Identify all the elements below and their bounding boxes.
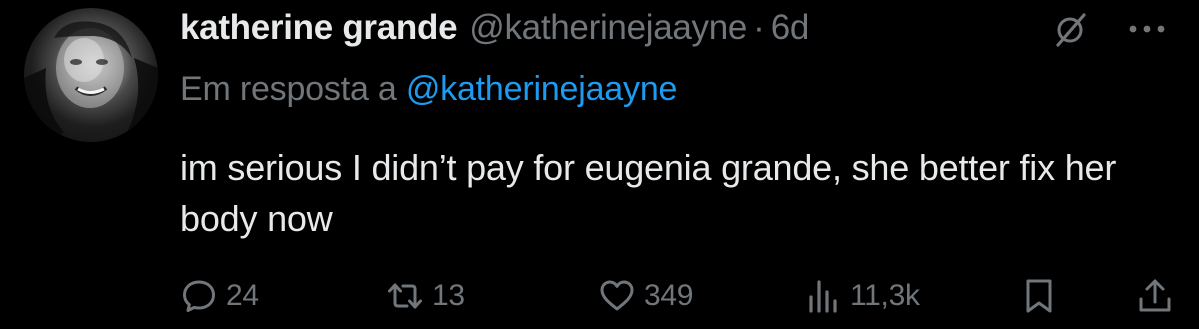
more-horizontal-icon[interactable] bbox=[1122, 14, 1172, 44]
repost-count: 13 bbox=[432, 279, 465, 312]
heart-icon bbox=[600, 280, 634, 311]
repost-button[interactable]: 13 bbox=[386, 272, 465, 320]
bookmark-button[interactable] bbox=[1020, 272, 1058, 320]
reply-prefix: Em resposta a bbox=[180, 70, 397, 108]
tweet-text: im serious I didn’t pay for eugenia gran… bbox=[180, 147, 1117, 239]
views-button[interactable]: 11,3k bbox=[804, 272, 920, 320]
repost-icon bbox=[388, 283, 422, 309]
share-button[interactable] bbox=[1136, 272, 1174, 320]
reply-handle-link[interactable]: @katherinejaayne bbox=[406, 70, 678, 108]
reply-context: Em resposta a @katherinejaayne bbox=[180, 70, 677, 109]
author-handle[interactable]: @katherinejaayne bbox=[469, 8, 747, 48]
author-display-name[interactable]: katherine grande bbox=[180, 8, 458, 48]
action-bar: 24 13 349 11,3k bbox=[180, 272, 1180, 320]
bookmark-icon bbox=[1026, 279, 1052, 313]
reply-icon bbox=[183, 280, 215, 312]
tweet-header: katherine grande @katherinejaayne · 6d bbox=[180, 8, 809, 50]
reply-count: 24 bbox=[226, 279, 259, 312]
grok-icon[interactable] bbox=[1052, 12, 1088, 48]
like-button[interactable]: 349 bbox=[598, 272, 693, 320]
separator-dot: · bbox=[753, 8, 765, 47]
reply-button[interactable]: 24 bbox=[180, 272, 259, 320]
tweet-timestamp[interactable]: 6d bbox=[771, 8, 810, 48]
views-count: 11,3k bbox=[850, 279, 920, 312]
share-icon bbox=[1139, 279, 1171, 312]
views-icon bbox=[809, 280, 837, 313]
avatar[interactable] bbox=[24, 8, 158, 142]
avatar-photo bbox=[24, 21, 158, 142]
tweet[interactable]: katherine grande @katherinejaayne · 6d E… bbox=[0, 0, 1199, 329]
like-count: 349 bbox=[644, 279, 694, 312]
